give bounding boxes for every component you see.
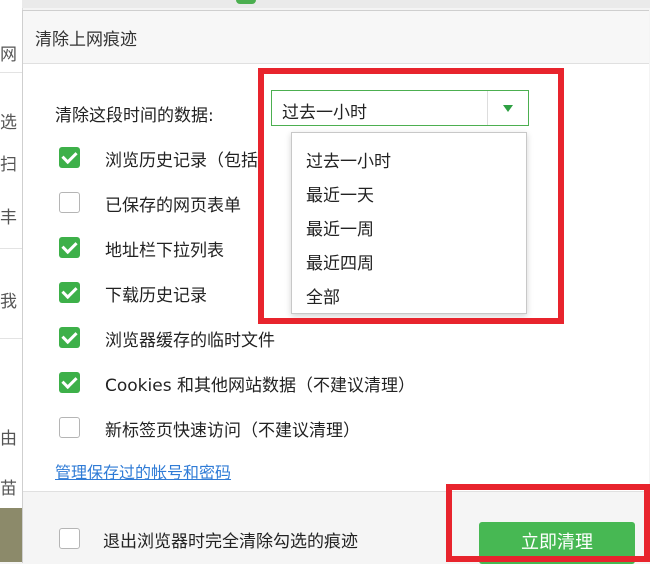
background-top-strip bbox=[22, 0, 650, 8]
bg-divider bbox=[0, 338, 22, 339]
time-range-label: 清除这段时间的数据: bbox=[55, 106, 214, 126]
bg-fragment: 选 bbox=[0, 113, 17, 133]
bg-fragment: 扫 bbox=[0, 155, 17, 175]
checkbox-checked-icon[interactable] bbox=[59, 237, 80, 258]
annotation-highlight-dropdown bbox=[258, 68, 564, 324]
dialog-header: 清除上网痕迹 bbox=[23, 11, 649, 64]
option-label: 下载历史记录 bbox=[105, 286, 207, 306]
bg-fragment: 由 bbox=[0, 429, 17, 449]
bg-divider bbox=[0, 248, 22, 249]
checkbox-unchecked-icon[interactable] bbox=[59, 417, 80, 438]
bg-fragment: 苗 bbox=[0, 479, 17, 499]
option-label: 新标签页快速访问（不建议清理） bbox=[105, 421, 360, 441]
checkbox-checked-icon[interactable] bbox=[59, 372, 80, 393]
checkbox-checked-icon[interactable] bbox=[59, 327, 80, 348]
option-label: Cookies 和其他网站数据（不建议清理） bbox=[105, 376, 415, 396]
bg-fragment: 丰 bbox=[0, 208, 17, 228]
background-page-strip: 网 选 扫 丰 我 由 苗 bbox=[0, 0, 23, 562]
bg-fragment: 网 bbox=[0, 45, 17, 65]
manage-saved-accounts-link[interactable]: 管理保存过的帐号和密码 bbox=[55, 459, 231, 483]
dialog-title: 清除上网痕迹 bbox=[35, 30, 137, 50]
checkbox-checked-icon[interactable] bbox=[59, 147, 80, 168]
background-green-accent bbox=[236, 0, 256, 4]
exit-clear-label: 退出浏览器时完全清除勾选的痕迹 bbox=[103, 532, 358, 552]
option-label: 已保存的网页表单 bbox=[105, 196, 241, 216]
checkbox-unchecked-icon[interactable] bbox=[59, 528, 80, 549]
bg-thumbnail-image bbox=[0, 508, 22, 562]
bg-fragment: 我 bbox=[0, 292, 17, 312]
annotation-highlight-clear-button bbox=[446, 484, 650, 562]
option-label: 浏览历史记录（包括 bbox=[105, 151, 258, 171]
bg-divider bbox=[0, 72, 22, 73]
option-label: 地址栏下拉列表 bbox=[105, 241, 224, 261]
option-label: 浏览器缓存的临时文件 bbox=[105, 331, 275, 351]
checkbox-checked-icon[interactable] bbox=[59, 282, 80, 303]
checkbox-unchecked-icon[interactable] bbox=[59, 192, 80, 213]
